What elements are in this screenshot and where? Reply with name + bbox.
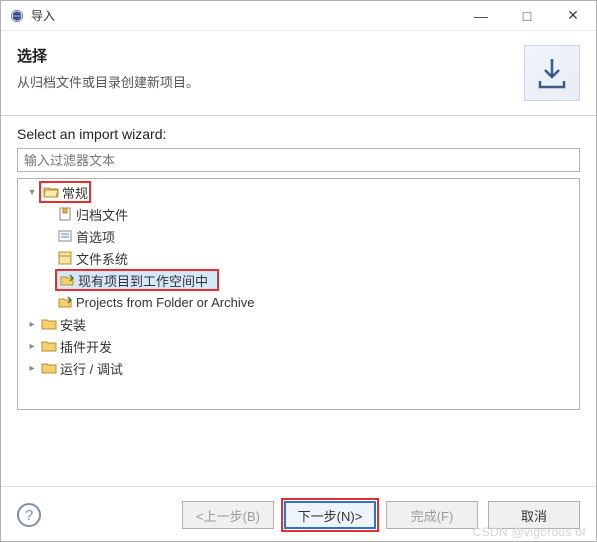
tree-label: 安装: [58, 315, 86, 334]
tree-node-folder-or-archive[interactable]: Projects from Folder or Archive: [18, 291, 579, 313]
tree-node-filesystem[interactable]: 文件系统: [18, 247, 579, 269]
eclipse-icon: [9, 8, 25, 24]
folder-icon: [40, 317, 58, 331]
tree-label: Projects from Folder or Archive: [74, 295, 254, 310]
wizard-selection: Select an import wizard: ▾ 常规 归档文件 首选项: [17, 126, 580, 410]
tree-node-existing-projects[interactable]: 现有项目到工作空间中: [18, 269, 579, 291]
header-text: 选择 从归档文件或目录创建新项目。: [17, 45, 512, 91]
tree-node-prefs[interactable]: 首选项: [18, 225, 579, 247]
chevron-right-icon[interactable]: ▸: [24, 341, 40, 352]
cancel-button[interactable]: 取消: [488, 501, 580, 529]
chevron-down-icon[interactable]: ▾: [24, 187, 40, 198]
help-icon[interactable]: ?: [17, 503, 41, 527]
filter-input[interactable]: [17, 148, 580, 172]
filesystem-icon: [56, 251, 74, 265]
title-bar: 导入 — □ ✕: [1, 1, 596, 31]
window-title-container: 导入: [9, 7, 458, 24]
folder-open-icon: [42, 185, 60, 199]
tree-node-run-debug[interactable]: ▸ 运行 / 调试: [18, 357, 579, 379]
separator: [1, 486, 596, 487]
button-bar: ? <上一步(B) 下一步(N)> 完成(F) 取消: [1, 501, 596, 529]
chevron-right-icon[interactable]: ▸: [24, 363, 40, 374]
tree-label: 归档文件: [74, 205, 128, 224]
wizard-tree[interactable]: ▾ 常规 归档文件 首选项 文件系: [17, 178, 580, 410]
back-button[interactable]: <上一步(B): [182, 501, 274, 529]
tree-node-install[interactable]: ▸ 安装: [18, 313, 579, 335]
tree-label: 插件开发: [58, 337, 112, 356]
finish-button[interactable]: 完成(F): [386, 501, 478, 529]
archive-file-icon: [56, 207, 74, 221]
dialog-header: 选择 从归档文件或目录创建新项目。: [1, 31, 596, 116]
tree-label: 常规: [60, 183, 88, 202]
page-title: 选择: [17, 45, 512, 66]
folder-icon: [40, 339, 58, 353]
chevron-right-icon[interactable]: ▸: [24, 319, 40, 330]
wizard-label: Select an import wizard:: [17, 126, 580, 142]
folder-icon: [40, 361, 58, 375]
minimize-button[interactable]: —: [458, 1, 504, 31]
tree-node-general[interactable]: ▾ 常规: [18, 181, 579, 203]
folder-archive-icon: [56, 295, 74, 309]
tree-node-archive[interactable]: 归档文件: [18, 203, 579, 225]
window-title: 导入: [31, 7, 55, 24]
next-button[interactable]: 下一步(N)>: [284, 501, 376, 529]
import-banner-icon: [524, 45, 580, 101]
tree-label: 现有项目到工作空间中: [76, 271, 208, 290]
tree-node-plugin-dev[interactable]: ▸ 插件开发: [18, 335, 579, 357]
maximize-button[interactable]: □: [504, 1, 550, 31]
tree-label: 首选项: [74, 227, 115, 246]
close-button[interactable]: ✕: [550, 1, 596, 31]
tree-label: 文件系统: [74, 249, 128, 268]
tree-label: 运行 / 调试: [58, 359, 123, 378]
preferences-icon: [56, 229, 74, 243]
import-project-icon: [58, 273, 76, 287]
page-description: 从归档文件或目录创建新项目。: [17, 72, 512, 91]
